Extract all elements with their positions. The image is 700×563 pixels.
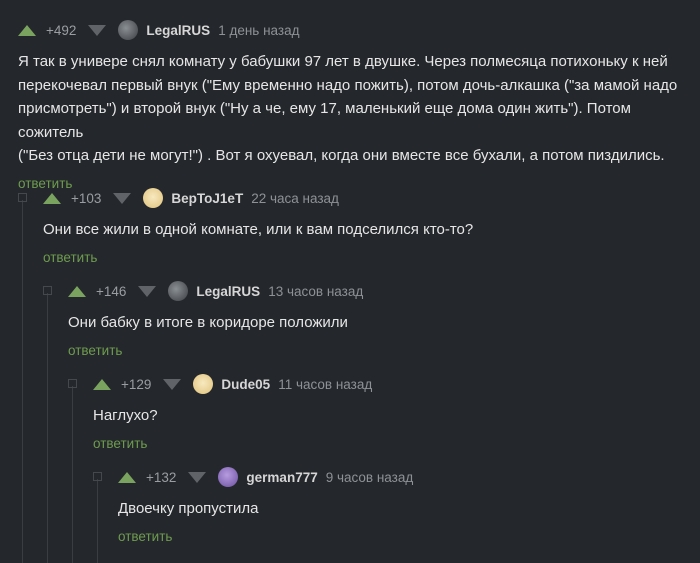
comment-text-line: перекочевал первый внук ("Ему временно н… [18, 76, 678, 94]
collapse-toggle[interactable] [18, 193, 27, 202]
comment-text: Двоечку пропустила [118, 497, 683, 521]
comment-header: +492 LegalRUS 1 день назад [18, 18, 688, 42]
avatar[interactable] [143, 188, 164, 208]
thread-line [22, 200, 23, 563]
upvote-icon[interactable] [118, 471, 136, 483]
comment: +103 BepToJ1eT 22 часа назад Они все жил… [43, 186, 683, 265]
avatar[interactable] [193, 374, 214, 394]
comment: +146 LegalRUS 13 часов назад Они бабку в… [68, 279, 683, 358]
comment-rating: +129 [121, 376, 152, 392]
comment-text-line: присмотреть") и второй внук ("Ну а че, е… [18, 100, 631, 141]
upvote-icon[interactable] [93, 378, 111, 390]
avatar[interactable] [168, 281, 189, 301]
comment-author[interactable]: LegalRUS [196, 284, 260, 299]
comment-rating: +492 [46, 22, 77, 38]
upvote-icon[interactable] [43, 192, 61, 204]
comment-author[interactable]: BepToJ1eT [171, 191, 243, 206]
collapse-toggle[interactable] [93, 472, 102, 481]
reply-link[interactable]: ответить [43, 250, 683, 265]
comment-header: +103 BepToJ1eT 22 часа назад [43, 186, 683, 210]
comment-header: +129 Dude05 11 часов назад [93, 372, 683, 396]
reply-link[interactable]: ответить [118, 529, 683, 544]
comment-time[interactable]: 1 день назад [218, 23, 299, 38]
comment: +132 german777 9 часов назад Двоечку про… [118, 465, 683, 544]
comment-text-line: Двоечку пропустила [118, 500, 259, 517]
thread-line [97, 479, 98, 563]
thread-line [47, 293, 48, 563]
downvote-icon[interactable] [113, 192, 132, 204]
downvote-icon[interactable] [138, 285, 157, 297]
comment-text-line: Они бабку в итоге в коридоре положили [68, 314, 348, 331]
comment-rating: +146 [96, 283, 127, 299]
comment-time[interactable]: 13 часов назад [268, 284, 363, 299]
upvote-icon[interactable] [68, 285, 86, 297]
comment-author[interactable]: LegalRUS [146, 23, 210, 38]
reply-link[interactable]: ответить [68, 343, 683, 358]
comment: +492 LegalRUS 1 день назад Я так в униве… [18, 18, 688, 191]
thread-line [72, 386, 73, 563]
comment-rating: +103 [71, 190, 102, 206]
comment-time[interactable]: 11 часов назад [278, 377, 372, 392]
comment-header: +132 german777 9 часов назад [118, 465, 683, 489]
downvote-icon[interactable] [88, 24, 107, 36]
comment-time[interactable]: 22 часа назад [251, 191, 339, 206]
comment-header: +146 LegalRUS 13 часов назад [68, 279, 683, 303]
comment-time[interactable]: 9 часов назад [326, 470, 414, 485]
comment-text: Я так в универе снял комнату у бабушки 9… [18, 50, 688, 168]
comment-text-line: Наглухо? [93, 407, 158, 424]
comment-text: Они все жили в одной комнате, или к вам … [43, 218, 683, 242]
comment: +129 Dude05 11 часов назад Наглухо? отве… [93, 372, 683, 451]
comment-text-line: ("Без отца дети не могут!") . Вот я охуе… [18, 147, 665, 164]
comment-author[interactable]: Dude05 [221, 377, 270, 392]
comment-author[interactable]: german777 [246, 470, 317, 485]
downvote-icon[interactable] [163, 378, 182, 390]
comment-text-line: Они все жили в одной комнате, или к вам … [43, 221, 474, 238]
comment-rating: +132 [146, 469, 177, 485]
reply-link[interactable]: ответить [93, 436, 683, 451]
collapse-toggle[interactable] [68, 379, 77, 388]
comment-text: Они бабку в итоге в коридоре положили [68, 311, 683, 335]
avatar[interactable] [118, 20, 139, 40]
upvote-icon[interactable] [18, 24, 36, 36]
downvote-icon[interactable] [188, 471, 207, 483]
comment-text: Наглухо? [93, 404, 683, 428]
collapse-toggle[interactable] [43, 286, 52, 295]
comment-text-line: Я так в универе снял комнату у бабушки 9… [18, 53, 668, 70]
avatar[interactable] [218, 467, 239, 487]
